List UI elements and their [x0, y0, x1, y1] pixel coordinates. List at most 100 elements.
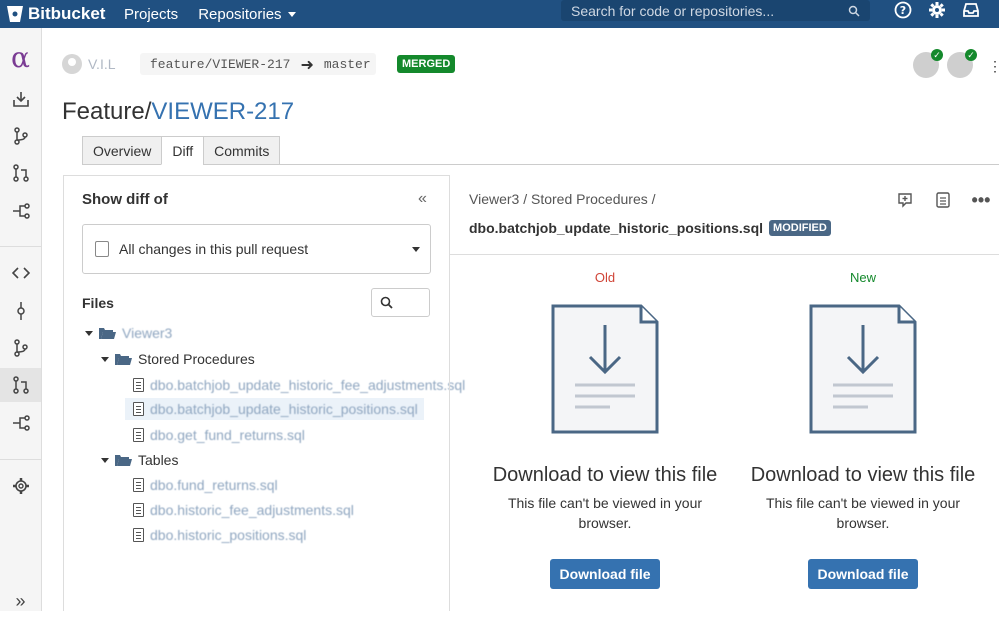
- file-name: dbo.get_fund_returns.sql: [150, 427, 305, 443]
- nav-projects[interactable]: Projects: [124, 6, 178, 23]
- bitbucket-icon: [7, 6, 23, 22]
- gear-icon: [12, 478, 29, 494]
- folder-open-icon: [99, 327, 116, 339]
- arrow-right-icon: ➜: [300, 54, 314, 74]
- tree-folder[interactable]: Stored Procedures: [101, 351, 255, 367]
- more-options-icon[interactable]: •••: [972, 190, 991, 210]
- tab-overview[interactable]: Overview: [82, 136, 162, 165]
- create-fork-button[interactable]: [0, 194, 41, 228]
- folder-name: Tables: [138, 452, 179, 468]
- download-file-button[interactable]: Download file: [550, 559, 660, 589]
- file-name: dbo.historic_fee_adjustments.sql: [150, 502, 354, 518]
- file-item[interactable]: dbo.batchjob_update_historic_fee_adjustm…: [133, 377, 465, 393]
- new-label: New: [849, 270, 876, 285]
- create-branch-button[interactable]: [0, 119, 41, 153]
- target-branch[interactable]: master: [324, 57, 371, 72]
- more-actions-icon[interactable]: ⋮: [988, 58, 999, 75]
- search-input[interactable]: [571, 2, 848, 19]
- diff-file-header: dbo.batchjob_update_historic_positions.s…: [469, 220, 831, 236]
- chevron-down-icon: [101, 457, 109, 463]
- diff-file-name: dbo.batchjob_update_historic_positions.s…: [469, 220, 764, 236]
- files-label: Files: [82, 295, 114, 311]
- inbox-icon[interactable]: [961, 0, 981, 20]
- pull-request-icon: [12, 164, 29, 182]
- title-link[interactable]: VIEWER-217: [151, 98, 294, 125]
- diff-header-divider: [450, 254, 999, 255]
- file-name: dbo.batchjob_update_historic_positions.s…: [150, 401, 418, 417]
- download-file-icon: [551, 304, 659, 434]
- author[interactable]: V.I.L: [62, 54, 116, 74]
- tab-diff[interactable]: Diff: [161, 136, 204, 165]
- bitbucket-logo[interactable]: Bitbucket: [0, 4, 115, 24]
- file-item[interactable]: dbo.historic_positions.sql: [133, 527, 306, 543]
- reviewer-avatar[interactable]: ✓: [947, 49, 977, 78]
- fork-icon: [12, 203, 30, 219]
- file-filter-button[interactable]: [371, 288, 430, 317]
- panel-heading: Show diff of: [82, 191, 168, 208]
- tab-bar: Overview Diff Commits: [82, 136, 281, 165]
- diff-scope-select[interactable]: All changes in this pull request: [82, 224, 431, 274]
- chevron-down-icon: [412, 247, 420, 252]
- code-icon: [11, 267, 30, 279]
- file-item-selected[interactable]: dbo.batchjob_update_historic_positions.s…: [125, 398, 424, 420]
- source-branch[interactable]: feature/VIEWER-217: [150, 57, 290, 72]
- reviewer-avatar[interactable]: ✓: [913, 49, 943, 78]
- file-icon: [133, 428, 144, 442]
- download-subtitle: This file can't be viewed in your browse…: [765, 495, 961, 531]
- check-icon: ✓: [965, 49, 977, 61]
- file-name: dbo.batchjob_update_historic_fee_adjustm…: [150, 377, 466, 393]
- download-file-icon: [809, 304, 917, 434]
- nav-repositories-label: Repositories: [198, 5, 282, 23]
- view-file-icon[interactable]: [934, 191, 952, 209]
- branch-icon: [13, 339, 28, 357]
- fork-icon: [12, 415, 30, 431]
- pull-requests-nav[interactable]: [0, 368, 41, 402]
- status-badge: MERGED: [397, 55, 456, 73]
- file-icon: [133, 478, 144, 492]
- chevron-down-icon: [101, 356, 109, 362]
- double-chevron-right-icon: »: [15, 590, 26, 611]
- old-file-column: Old Download to view this file This file…: [485, 270, 725, 589]
- diff-scope-value: All changes in this pull request: [119, 241, 309, 257]
- collapse-panel-icon[interactable]: «: [418, 190, 427, 208]
- settings-nav[interactable]: [0, 469, 41, 503]
- project-avatar[interactable]: α: [0, 40, 41, 74]
- download-file-button[interactable]: Download file: [808, 559, 918, 589]
- file-item[interactable]: dbo.fund_returns.sql: [133, 477, 278, 493]
- alpha-icon: α: [11, 40, 30, 74]
- reviewers: ✓ ✓: [913, 49, 977, 78]
- commits-nav[interactable]: [0, 294, 41, 328]
- left-sidebar: α »: [0, 28, 42, 611]
- file-icon: [133, 402, 144, 416]
- author-name: V.I.L: [88, 56, 116, 72]
- search-icon[interactable]: [848, 5, 860, 17]
- expand-sidebar-button[interactable]: »: [0, 584, 41, 618]
- source-nav[interactable]: [0, 256, 41, 290]
- clone-icon: [12, 92, 29, 107]
- chevron-down-icon: [287, 11, 296, 17]
- old-label: Old: [594, 270, 616, 285]
- tab-commits[interactable]: Commits: [203, 136, 281, 165]
- create-pull-request-button[interactable]: [0, 156, 41, 190]
- chevron-down-icon: [85, 330, 93, 336]
- page-title: Feature/VIEWER-217: [62, 98, 294, 126]
- avatar: [62, 54, 82, 74]
- file-diff-icon: [95, 241, 109, 257]
- help-icon[interactable]: ?: [893, 0, 913, 20]
- tree-folder[interactable]: Tables: [101, 452, 178, 468]
- search-box[interactable]: [561, 0, 870, 21]
- file-item[interactable]: dbo.get_fund_returns.sql: [133, 427, 305, 443]
- tabs-divider: [272, 164, 999, 165]
- nav-repositories[interactable]: Repositories: [198, 5, 296, 23]
- add-comment-icon[interactable]: [896, 191, 914, 209]
- breadcrumb[interactable]: Viewer3 / Stored Procedures /: [469, 191, 656, 207]
- clone-button[interactable]: [0, 82, 41, 116]
- gear-icon[interactable]: [927, 0, 947, 20]
- pull-request-icon: [12, 376, 29, 394]
- folder-open-icon: [115, 454, 132, 466]
- file-icon: [133, 503, 144, 517]
- tree-folder-root[interactable]: Viewer3: [85, 325, 172, 341]
- file-item[interactable]: dbo.historic_fee_adjustments.sql: [133, 502, 354, 518]
- forks-nav[interactable]: [0, 406, 41, 440]
- branches-nav[interactable]: [0, 331, 41, 365]
